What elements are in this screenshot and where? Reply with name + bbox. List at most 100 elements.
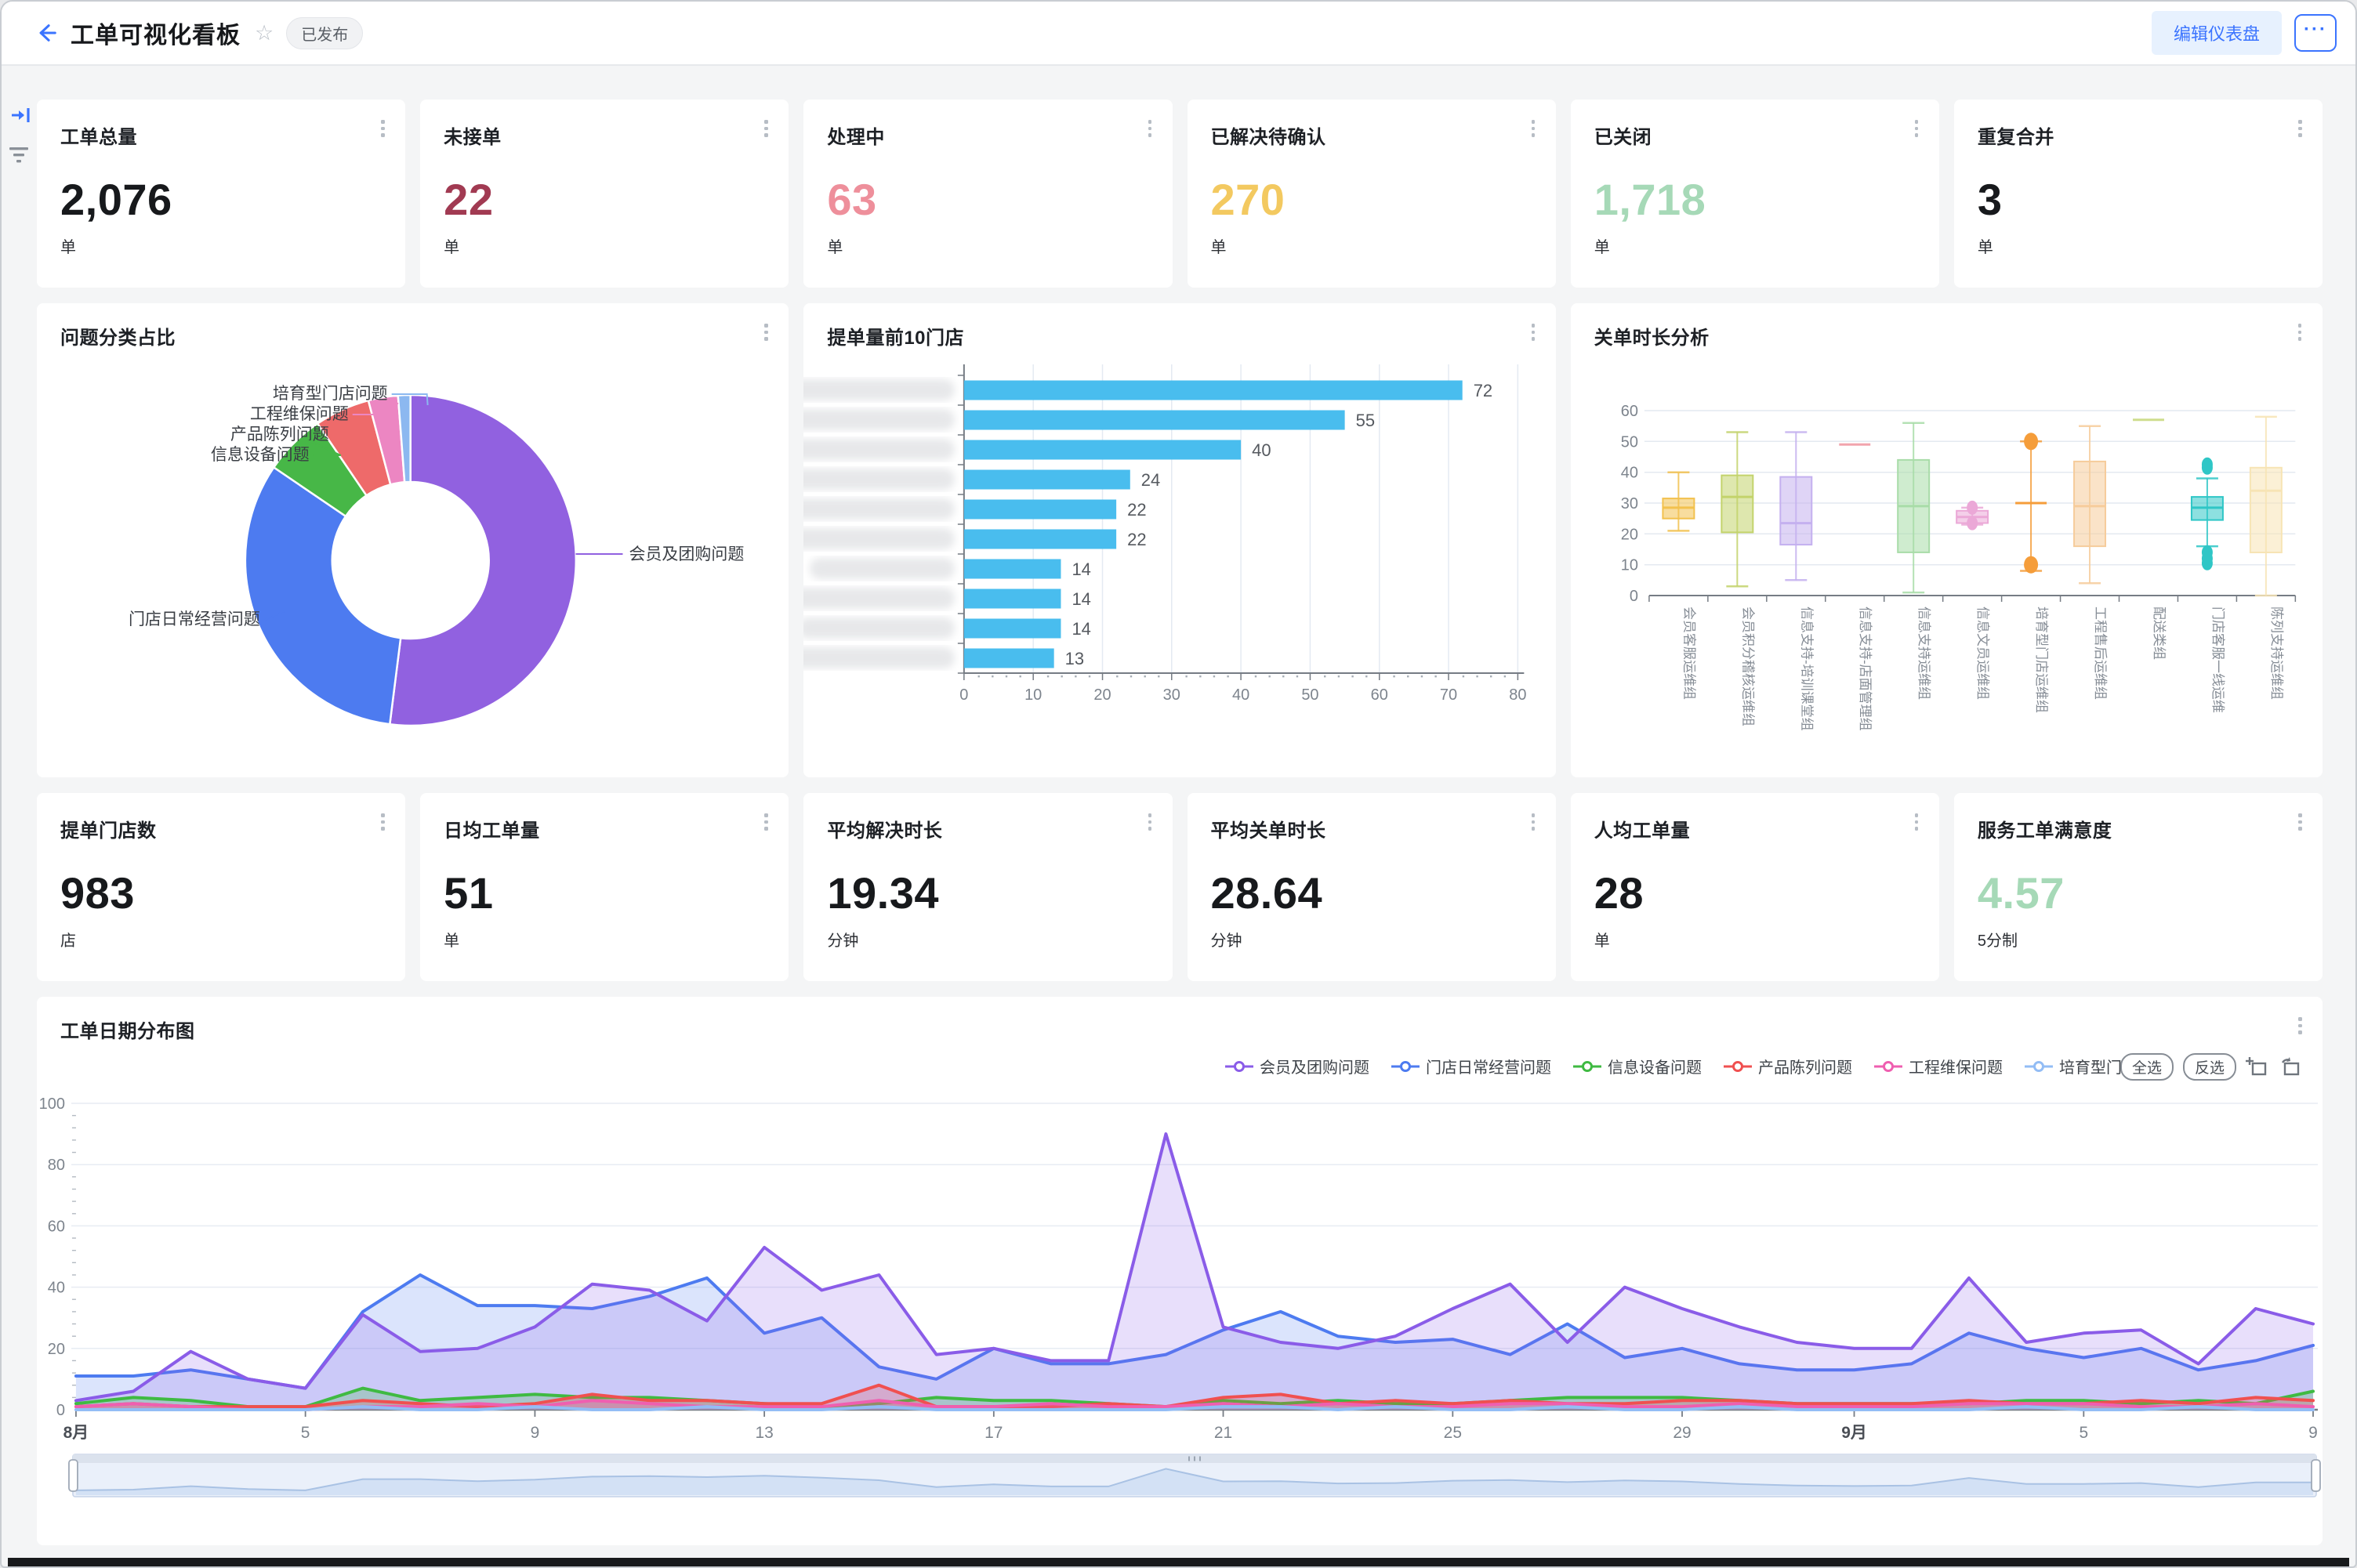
box[interactable] (1780, 477, 1811, 545)
more-actions-button[interactable]: ··· (2294, 14, 2337, 52)
edit-dashboard-button[interactable]: 编辑仪表盘 (2152, 11, 2282, 55)
bar[interactable] (964, 619, 1061, 639)
bar-value: 22 (1127, 500, 1146, 520)
datazoom-left-handle[interactable] (69, 1460, 78, 1491)
svg-text:30: 30 (1163, 686, 1180, 704)
legend-item-3[interactable]: 产品陈列问题 (1724, 1055, 1852, 1077)
kpi-card-row1-2: 处理中63单 (803, 100, 1172, 288)
box-category-label: 信息支持-培训课堂组 (1799, 607, 1814, 731)
kpi-row-2: 提单门店数983店日均工单量51单平均解决时长19.34分钟平均关单时长28.6… (37, 793, 2323, 981)
card-menu-icon[interactable] (2298, 324, 2302, 341)
x-tick-label: 25 (1444, 1424, 1462, 1442)
legend-item-2[interactable]: 信息设备问题 (1573, 1055, 1702, 1077)
svg-text:20: 20 (48, 1341, 65, 1358)
outlier-dot (2024, 433, 2038, 450)
x-tick-label: 5 (301, 1424, 310, 1442)
card-menu-icon[interactable] (764, 813, 768, 831)
bar[interactable] (964, 470, 1130, 490)
star-icon[interactable]: ☆ (255, 21, 274, 45)
kpi-value: 19.34 (827, 867, 1148, 918)
zoom-select-icon[interactable] (2246, 1056, 2269, 1079)
timeline-chart[interactable]: 0204060801008月5913172125299月59 (37, 997, 2323, 1545)
card-menu-icon[interactable] (764, 120, 768, 137)
kpi-unit: 店 (60, 928, 382, 951)
kpi-unit: 单 (444, 234, 765, 257)
card-menu-icon[interactable] (2298, 813, 2302, 831)
box-category-label: 会员客服运维组 (1681, 607, 1696, 700)
bar-label-redacted (803, 498, 955, 520)
box-category-label: 门店客服一线运维 (2210, 607, 2225, 713)
bar[interactable] (964, 500, 1116, 520)
box[interactable] (2250, 468, 2282, 552)
boxplot-chart[interactable]: 0102030405060会员客服运维组会员积分稽核运维组信息支持-培训课堂组信… (1571, 303, 2323, 777)
svg-text:20: 20 (1094, 686, 1111, 704)
card-menu-icon[interactable] (1532, 324, 1536, 341)
bar-label-redacted (803, 617, 955, 639)
kpi-value: 983 (60, 867, 382, 918)
kpi-row-1: 工单总量2,076单未接单22单处理中63单已解决待确认270单已关闭1,718… (37, 100, 2323, 288)
bar[interactable] (964, 589, 1061, 609)
pie-label: 产品陈列问题 (230, 425, 329, 444)
kpi-card-row1-0: 工单总量2,076单 (37, 100, 405, 288)
kpi-unit: 单 (60, 234, 382, 257)
pie-slice[interactable] (390, 395, 576, 726)
legend-item-0[interactable]: 会员及团购问题 (1225, 1055, 1369, 1077)
card-menu-icon[interactable] (1915, 813, 1919, 831)
boxplot-card: 关单时长分析 0102030405060会员客服运维组会员积分稽核运维组信息支持… (1571, 303, 2323, 777)
outlier-dot (1967, 501, 1978, 515)
kpi-value: 270 (1211, 174, 1532, 225)
x-tick-label: 9 (531, 1424, 540, 1442)
timeline-card: 工单日期分布图 会员及团购问题门店日常经营问题信息设备问题产品陈列问题工程维保问… (37, 997, 2323, 1545)
bar[interactable] (964, 411, 1345, 430)
legend-marker-icon (1225, 1060, 1253, 1073)
card-menu-icon[interactable] (1915, 120, 1919, 137)
kpi-title: 工单总量 (60, 121, 382, 149)
pie-chart-title: 问题分类占比 (60, 322, 176, 349)
bar-label-redacted (803, 588, 955, 609)
bar[interactable] (964, 381, 1463, 400)
svg-text:0: 0 (56, 1402, 65, 1419)
legend-item-1[interactable]: 门店日常经营问题 (1391, 1055, 1551, 1077)
card-menu-icon[interactable] (2298, 1017, 2302, 1034)
card-menu-icon[interactable] (764, 324, 768, 341)
box[interactable] (2074, 462, 2105, 546)
filter-icon[interactable] (6, 144, 31, 172)
box-category-label: 培育型门店运维组 (2034, 607, 2049, 713)
window-bottom-edge (8, 1558, 2349, 1566)
select-all-button[interactable]: 全选 (2120, 1053, 2174, 1081)
card-menu-icon[interactable] (1532, 813, 1536, 831)
card-menu-icon[interactable] (1148, 813, 1152, 831)
bar-label-redacted (810, 558, 955, 579)
card-menu-icon[interactable] (1532, 120, 1536, 137)
box-category-label: 信息文员运维组 (1975, 607, 1990, 700)
back-icon[interactable] (34, 21, 58, 45)
bar-label-redacted (803, 469, 955, 490)
series-area (76, 1134, 2313, 1410)
x-tick-label: 8月 (63, 1424, 89, 1442)
card-menu-icon[interactable] (2298, 120, 2302, 137)
card-menu-icon[interactable] (1148, 120, 1152, 137)
pie-slice[interactable] (245, 467, 401, 724)
bar-value: 14 (1072, 589, 1091, 609)
kpi-card-row2-5: 服务工单满意度4.575分制 (1954, 793, 2323, 981)
bar-chart[interactable]: 0102030405060708072554024222214141413 (803, 303, 1555, 777)
collapse-panel-icon[interactable] (9, 103, 33, 131)
card-menu-icon[interactable] (381, 120, 385, 137)
box[interactable] (1721, 476, 1753, 533)
kpi-title: 平均解决时长 (827, 815, 1148, 842)
legend-label: 工程维保问题 (1909, 1055, 2003, 1077)
legend-item-4[interactable]: 工程维保问题 (1874, 1055, 2003, 1077)
svg-text:60: 60 (1620, 403, 1637, 420)
bar[interactable] (964, 530, 1116, 549)
restore-icon[interactable] (2279, 1056, 2302, 1079)
kpi-title: 处理中 (827, 121, 1148, 149)
datazoom-right-handle[interactable] (2312, 1460, 2320, 1491)
bar[interactable] (964, 559, 1061, 579)
bar[interactable] (964, 649, 1054, 668)
svg-text:50: 50 (1302, 686, 1319, 704)
invert-selection-button[interactable]: 反选 (2183, 1053, 2236, 1081)
pie-chart[interactable]: 会员及团购问题门店日常经营问题培育型门店问题工程维保问题产品陈列问题信息设备问题 (37, 303, 789, 777)
bar[interactable] (964, 440, 1241, 460)
box-category-label: 会员积分稽核运维组 (1740, 607, 1755, 726)
card-menu-icon[interactable] (381, 813, 385, 831)
